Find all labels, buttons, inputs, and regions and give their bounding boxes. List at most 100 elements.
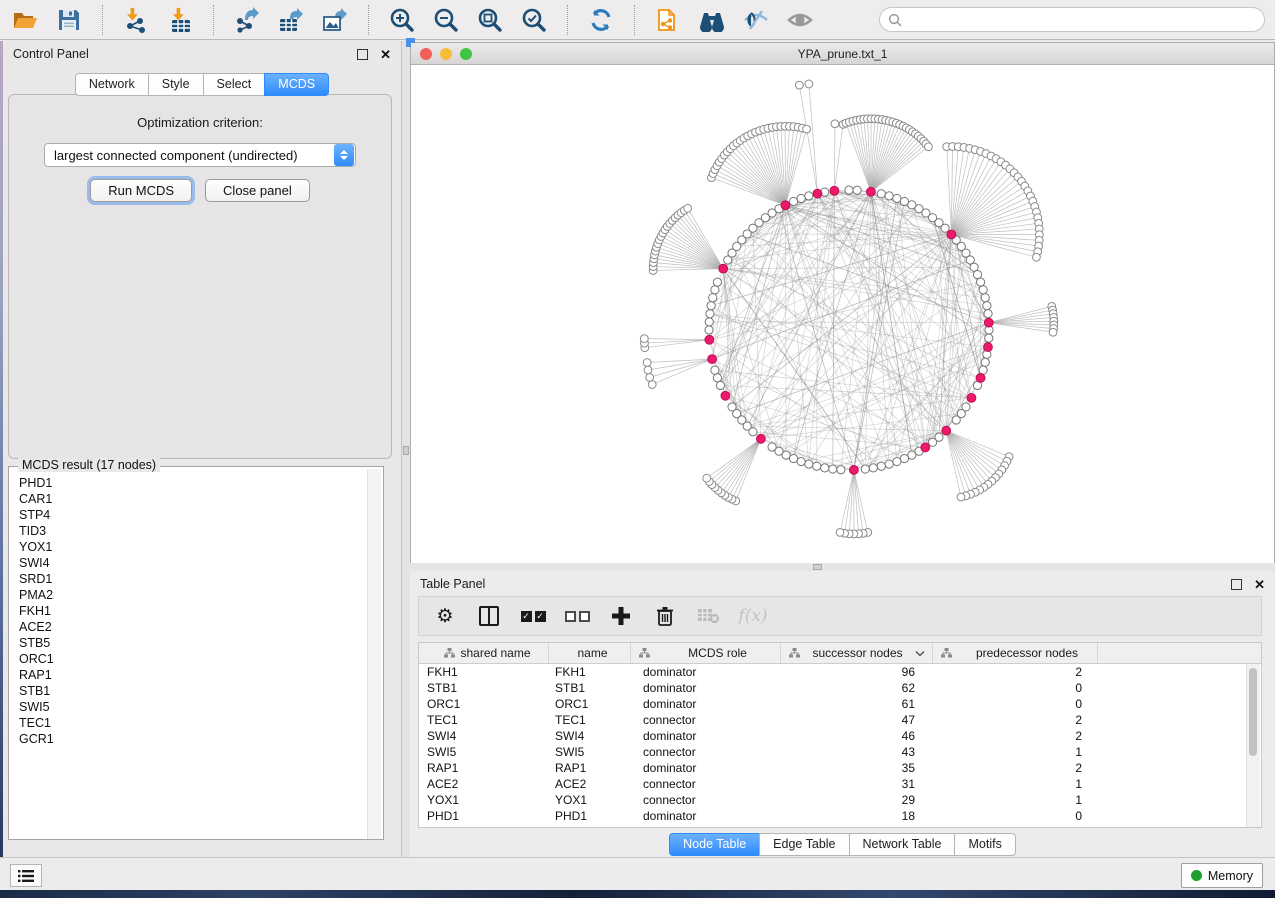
mcds-result-item[interactable]: FKH1 xyxy=(19,603,368,619)
network-leaf-node[interactable] xyxy=(805,80,813,88)
cell-successor-nodes[interactable]: 47 xyxy=(781,713,933,727)
save-button[interactable] xyxy=(54,5,84,35)
network-node[interactable] xyxy=(707,302,715,310)
network-window-titlebar[interactable]: YPA_prune.txt_1 xyxy=(411,43,1274,65)
network-node[interactable] xyxy=(728,403,736,411)
network-node[interactable] xyxy=(789,197,797,205)
network-leaf-node[interactable] xyxy=(640,335,648,343)
criterion-dropdown[interactable]: largest connected component (undirected) xyxy=(44,143,356,167)
cell-mcds-role[interactable]: connector xyxy=(631,793,781,807)
cell-successor-nodes[interactable]: 46 xyxy=(781,729,933,743)
column-header-name[interactable]: name xyxy=(549,643,631,663)
search-network-button[interactable] xyxy=(697,5,727,35)
network-node[interactable] xyxy=(713,374,721,382)
unselect-all-columns-button[interactable] xyxy=(565,604,589,628)
float-panel-icon[interactable] xyxy=(357,49,368,60)
network-leaf-node[interactable] xyxy=(644,366,652,374)
cell-predecessor-nodes[interactable]: 2 xyxy=(933,665,1098,679)
network-hub-node[interactable] xyxy=(756,434,765,443)
table-row[interactable]: YOX1YOX1connector291 xyxy=(419,792,1261,808)
cell-name[interactable]: YOX1 xyxy=(549,793,631,807)
network-node[interactable] xyxy=(797,194,805,202)
network-leaf-node[interactable] xyxy=(795,81,803,89)
cell-successor-nodes[interactable]: 43 xyxy=(781,745,933,759)
cell-name[interactable]: SWI4 xyxy=(549,729,631,743)
close-panel-icon[interactable]: ✕ xyxy=(380,48,391,61)
mcds-result-item[interactable]: STB1 xyxy=(19,683,368,699)
close-panel-icon[interactable]: ✕ xyxy=(1254,578,1265,591)
network-node[interactable] xyxy=(885,192,893,200)
show-task-history-button[interactable] xyxy=(10,864,42,887)
delete-table-button[interactable] xyxy=(697,604,721,628)
tab-edge-table[interactable]: Edge Table xyxy=(759,833,848,856)
tab-network-table[interactable]: Network Table xyxy=(849,833,955,856)
cell-mcds-role[interactable]: dominator xyxy=(631,665,781,679)
tab-mcds[interactable]: MCDS xyxy=(264,73,329,96)
network-node[interactable] xyxy=(716,381,724,389)
cell-successor-nodes[interactable]: 61 xyxy=(781,697,933,711)
cell-predecessor-nodes[interactable]: 2 xyxy=(933,713,1098,727)
mcds-result-item[interactable]: PHD1 xyxy=(19,475,368,491)
network-leaf-node[interactable] xyxy=(925,143,933,151)
network-hub-node[interactable] xyxy=(813,189,822,198)
network-node[interactable] xyxy=(877,190,885,198)
network-node[interactable] xyxy=(705,318,713,326)
network-node[interactable] xyxy=(853,186,861,194)
network-node[interactable] xyxy=(983,302,991,310)
network-node[interactable] xyxy=(711,366,719,374)
table-row[interactable]: ACE2ACE2connector311 xyxy=(419,776,1261,792)
network-node[interactable] xyxy=(805,460,813,468)
cell-predecessor-nodes[interactable]: 0 xyxy=(933,809,1098,823)
network-leaf-node[interactable] xyxy=(646,373,654,381)
mcds-result-item[interactable]: TID3 xyxy=(19,523,368,539)
mcds-result-item[interactable]: CAR1 xyxy=(19,491,368,507)
network-leaf-node[interactable] xyxy=(703,474,711,482)
cell-shared-name[interactable]: SWI5 xyxy=(419,745,549,759)
minimize-window-button[interactable] xyxy=(440,48,452,60)
cell-predecessor-nodes[interactable]: 2 xyxy=(933,729,1098,743)
zoom-selected-button[interactable] xyxy=(519,5,549,35)
cell-shared-name[interactable]: FKH1 xyxy=(419,665,549,679)
network-node[interactable] xyxy=(709,294,717,302)
cell-predecessor-nodes[interactable]: 0 xyxy=(933,681,1098,695)
network-leaf-node[interactable] xyxy=(643,359,651,367)
cell-predecessor-nodes[interactable]: 1 xyxy=(933,793,1098,807)
network-node[interactable] xyxy=(985,334,993,342)
network-hub-node[interactable] xyxy=(984,318,993,327)
mcds-result-item[interactable]: RAP1 xyxy=(19,667,368,683)
cell-mcds-role[interactable]: connector xyxy=(631,777,781,791)
table-row[interactable]: TEC1TEC1connector472 xyxy=(419,712,1261,728)
cell-shared-name[interactable]: SWI4 xyxy=(419,729,549,743)
zoom-in-button[interactable] xyxy=(387,5,417,35)
cell-successor-nodes[interactable]: 29 xyxy=(781,793,933,807)
network-hub-node[interactable] xyxy=(719,264,728,273)
table-row[interactable]: PHD1PHD1dominator180 xyxy=(419,808,1261,824)
cell-name[interactable]: FKH1 xyxy=(549,665,631,679)
scrollbar-thumb[interactable] xyxy=(1249,668,1257,756)
close-panel-button[interactable]: Close panel xyxy=(205,179,310,202)
cell-shared-name[interactable]: PHD1 xyxy=(419,809,549,823)
show-columns-button[interactable] xyxy=(477,604,501,628)
create-column-button[interactable] xyxy=(609,604,633,628)
tab-node-table[interactable]: Node Table xyxy=(669,833,759,856)
network-node[interactable] xyxy=(845,186,853,194)
function-builder-button[interactable]: f(x) xyxy=(741,604,765,628)
network-node[interactable] xyxy=(705,326,713,334)
network-leaf-node[interactable] xyxy=(836,528,844,536)
network-node[interactable] xyxy=(805,192,813,200)
cell-mcds-role[interactable]: dominator xyxy=(631,761,781,775)
network-hub-node[interactable] xyxy=(921,443,930,452)
cell-mcds-role[interactable]: dominator xyxy=(631,729,781,743)
cell-name[interactable]: PHD1 xyxy=(549,809,631,823)
table-row[interactable]: STB1STB1dominator620 xyxy=(419,680,1261,696)
network-node[interactable] xyxy=(797,457,805,465)
cell-shared-name[interactable]: RAP1 xyxy=(419,761,549,775)
delete-column-button[interactable] xyxy=(653,604,677,628)
cell-mcds-role[interactable]: dominator xyxy=(631,809,781,823)
table-scrollbar[interactable] xyxy=(1246,664,1260,827)
select-all-columns-button[interactable]: ✓✓ xyxy=(521,604,545,628)
cell-mcds-role[interactable]: connector xyxy=(631,713,781,727)
float-panel-icon[interactable] xyxy=(1231,579,1242,590)
network-node[interactable] xyxy=(829,465,837,473)
network-hub-node[interactable] xyxy=(984,343,993,352)
